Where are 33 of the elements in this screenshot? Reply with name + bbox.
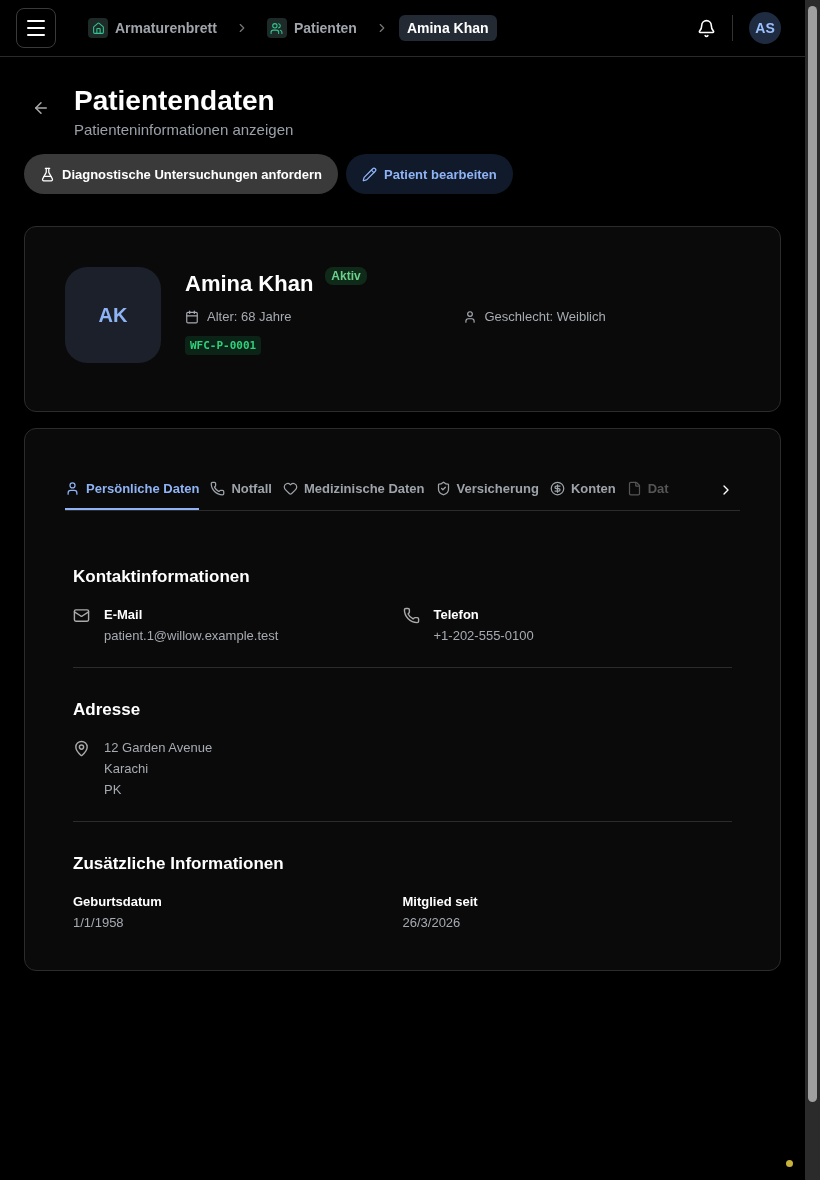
field-value: 26/3/2026	[402, 915, 462, 930]
gender-text: Geschlecht: Weiblich	[462, 309, 740, 324]
section-title: Zusätzliche Informationen	[73, 854, 285, 874]
field-label: Telefon	[433, 607, 480, 622]
user-avatar[interactable]: AS	[749, 12, 781, 44]
edit-button[interactable]: Patient bearbeiten	[346, 154, 513, 194]
tab[interactable]: Notfall	[210, 469, 272, 510]
breadcrumb-link[interactable]: Amina Khan	[398, 15, 497, 41]
field-value: 1/1/1958	[73, 915, 125, 930]
address-line: Karachi	[104, 761, 150, 776]
request-button[interactable]: Diagnostische Untersuchungen anfordern	[24, 154, 339, 194]
field-label: Mitglied seit	[402, 894, 479, 909]
address-line: PK	[104, 782, 123, 797]
patient-avatar: AK	[65, 267, 161, 363]
page-title: Patientendaten	[74, 85, 276, 117]
breadcrumb-link[interactable]: Patienten	[258, 13, 365, 43]
patient-name: Amina Khan	[185, 271, 314, 297]
address-line: 12 Garden Avenue	[104, 740, 213, 755]
tab[interactable]: Persönliche Daten	[65, 469, 200, 510]
age-text: Alter: 68 Jahre	[185, 309, 463, 324]
tab[interactable]: Versicherung	[435, 469, 539, 510]
tab[interactable]: Medizinische Daten	[282, 469, 425, 510]
section-title: Adresse	[73, 700, 142, 720]
tab[interactable]: Konten	[549, 469, 616, 510]
patient-id-tag: WFC-P-0001	[185, 336, 262, 355]
status-badge: Aktiv	[325, 267, 367, 285]
field-label: Geburtsdatum	[73, 894, 163, 909]
field-label: E-Mail	[104, 607, 144, 622]
breadcrumb-link[interactable]: Armaturenbrett	[80, 13, 225, 43]
section-title: Kontaktinformationen	[73, 567, 251, 587]
field-value: +1-202-555-0100	[433, 628, 534, 643]
page-subtitle: Patienteninformationen anzeigen	[74, 121, 294, 138]
field-value: patient.1@willow.example.test	[104, 628, 279, 643]
